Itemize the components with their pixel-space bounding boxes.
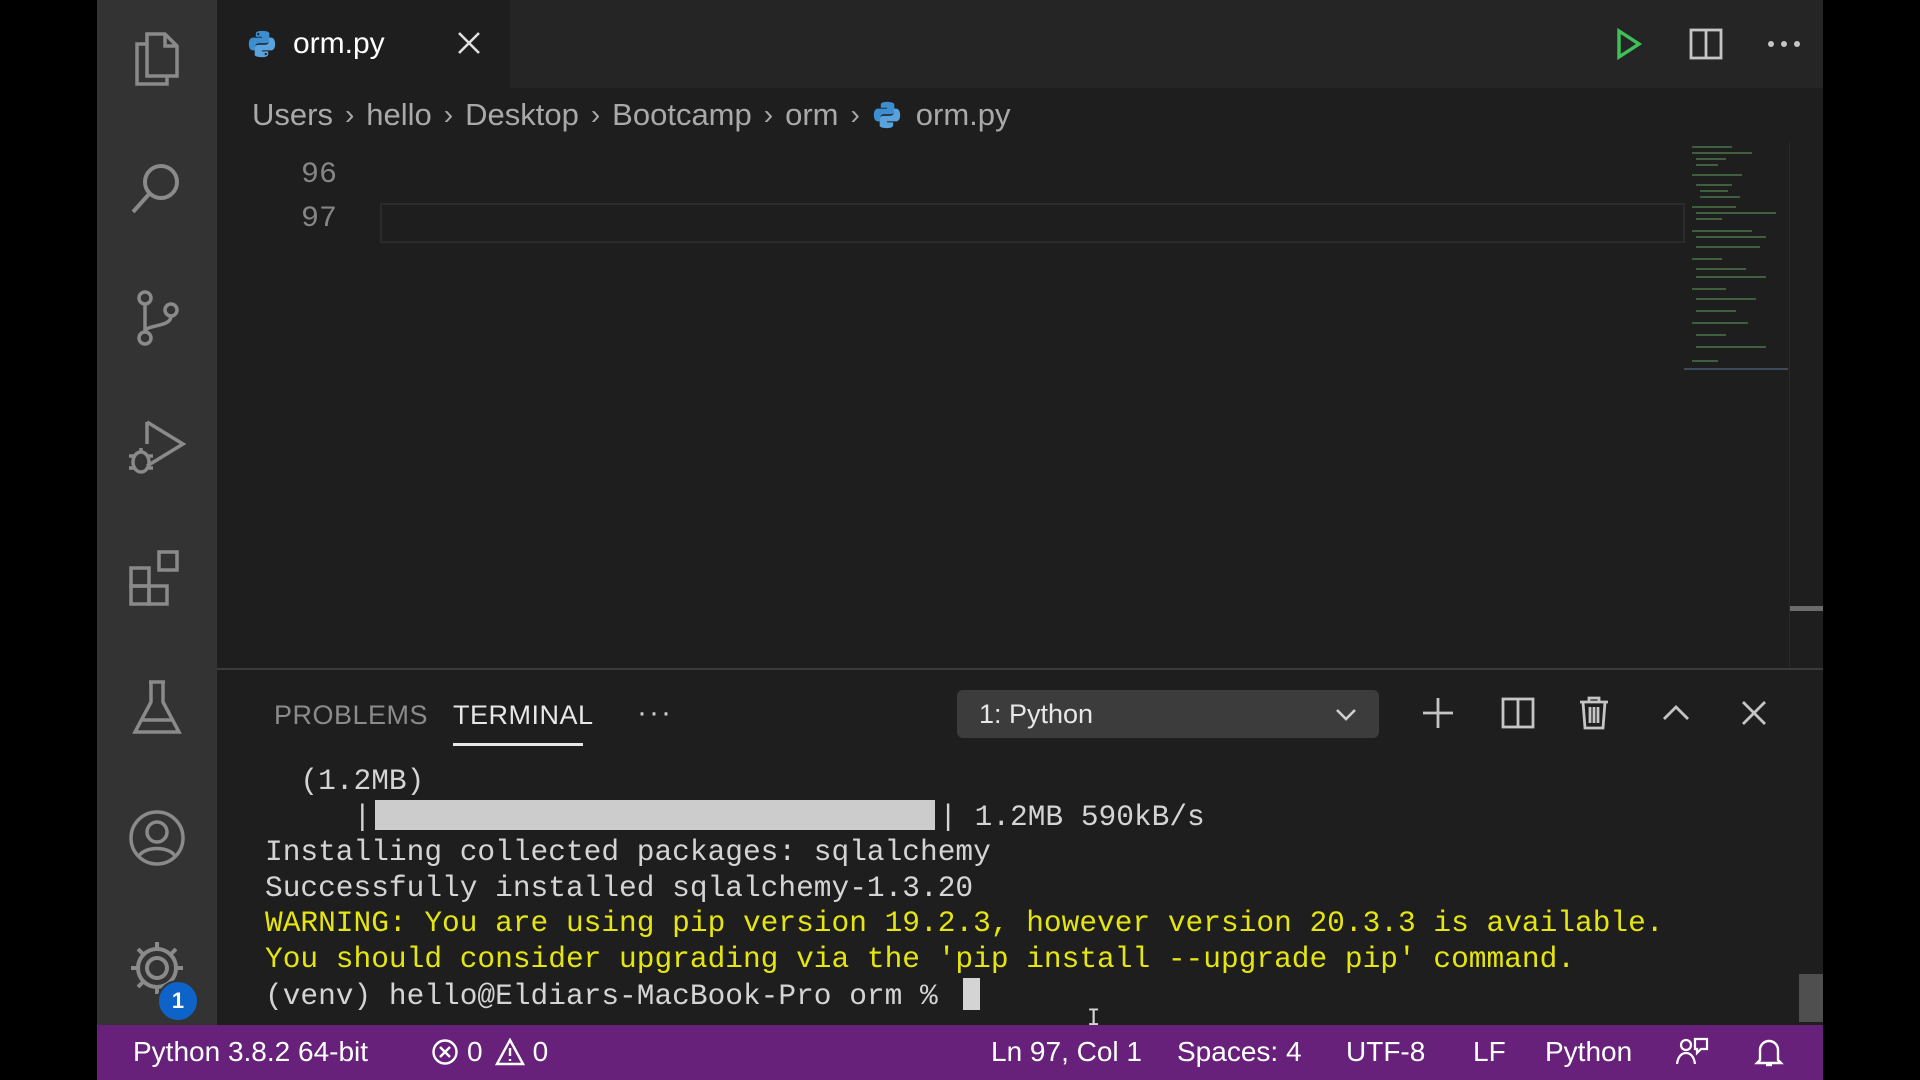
terminal-line: Successfully installed sqlalchemy-1.3.20	[265, 870, 974, 905]
terminal-select[interactable]: 1: Python	[957, 690, 1379, 738]
terminal-prompt-line: (venv) hello@Eldiars-MacBook-Pro orm %	[265, 977, 1664, 1015]
source-control-button[interactable]	[97, 268, 217, 368]
breadcrumb-item[interactable]: Bootcamp	[612, 97, 752, 133]
editor-scrollbar[interactable]	[1789, 142, 1823, 668]
tab-problems[interactable]: PROBLEMS	[274, 700, 428, 731]
status-bar: Python 3.8.2 64-bit 0 0 Ln 97, Col 1 Spa…	[97, 1025, 1823, 1080]
terminal-output[interactable]: (1.2MB) | | 1.2MB 590kB/s Installing colle…	[265, 764, 1664, 1014]
ellipsis-icon	[1768, 41, 1800, 47]
terminal-select-value: 1: Python	[979, 698, 1094, 729]
editor-actions	[1589, 0, 1823, 88]
extensions-icon	[129, 550, 179, 606]
chevron-up-icon	[1663, 705, 1689, 720]
terminal-line: | | 1.2MB 590kB/s	[265, 799, 1205, 834]
error-count: 0	[467, 1036, 483, 1067]
active-tab-indicator	[453, 743, 583, 746]
flask-icon	[132, 680, 182, 734]
feedback-icon	[1675, 1037, 1709, 1065]
tab-orm-py[interactable]: orm.py	[217, 0, 510, 88]
error-icon	[432, 1039, 458, 1065]
trash-icon	[1580, 696, 1608, 730]
feedback-button[interactable]	[1675, 1036, 1709, 1068]
maximize-panel-button[interactable]	[1651, 688, 1701, 738]
split-terminal-icon	[1501, 697, 1535, 729]
run-debug-icon	[129, 420, 187, 474]
end-of-line[interactable]: LF	[1473, 1036, 1506, 1068]
accounts-button[interactable]	[97, 788, 217, 888]
current-line-highlight	[380, 203, 1685, 243]
terminal-cursor	[963, 977, 981, 1010]
search-icon	[131, 164, 179, 214]
testing-button[interactable]	[97, 658, 217, 758]
chevron-right-icon: ›	[590, 99, 601, 130]
tab-label: orm.py	[293, 27, 385, 60]
terminal-warning-line: You should consider upgrading via the 'p…	[265, 941, 1576, 976]
more-actions-button[interactable]	[1745, 0, 1823, 88]
warning-icon	[494, 1038, 525, 1066]
terminal-line: Installing collected packages: sqlalchem…	[265, 835, 991, 870]
bottom-panel: PROBLEMS TERMINAL ··· 1: Python (1.2MB) …	[217, 668, 1823, 1031]
panel-more-button[interactable]: ···	[637, 696, 673, 730]
indentation[interactable]: Spaces: 4	[1177, 1036, 1302, 1068]
breadcrumb-item[interactable]: Desktop	[465, 97, 579, 133]
code-editor[interactable]: 96 97	[217, 142, 1823, 668]
notification-badge: 1	[157, 980, 199, 1022]
warning-count: 0	[532, 1036, 549, 1067]
python-file-icon	[873, 101, 900, 129]
close-icon	[1742, 701, 1766, 725]
split-editor-button[interactable]	[1667, 0, 1745, 88]
new-terminal-button[interactable]	[1413, 688, 1463, 738]
close-icon[interactable]	[452, 26, 486, 60]
manage-button[interactable]: 1	[97, 918, 217, 1022]
terminal-warning-line: WARNING: You are using pip version 19.2.…	[265, 906, 1664, 941]
breadcrumb-item[interactable]: orm.py	[916, 97, 1011, 133]
explorer-button[interactable]	[97, 8, 217, 108]
line-number: 97	[300, 202, 337, 236]
notifications-button[interactable]	[1754, 1036, 1784, 1068]
breadcrumb-item[interactable]: hello	[366, 97, 432, 133]
chevron-down-icon	[1336, 709, 1356, 721]
chevron-right-icon: ›	[344, 99, 355, 130]
split-terminal-button[interactable]	[1493, 688, 1543, 738]
chevron-right-icon: ›	[763, 99, 774, 130]
terminal-line: (1.2MB)	[300, 764, 425, 798]
tab-bar: orm.py	[217, 0, 1823, 88]
files-icon	[135, 32, 179, 86]
download-progress-bar	[375, 799, 936, 830]
line-number: 96	[300, 158, 337, 192]
language-mode[interactable]: Python	[1545, 1036, 1632, 1068]
activity-bar: 1	[97, 0, 217, 1025]
breadcrumb: Users › hello › Desktop › Bootcamp › orm…	[217, 88, 1823, 142]
cursor-position[interactable]: Ln 97, Col 1	[991, 1036, 1142, 1068]
extensions-button[interactable]	[97, 528, 217, 628]
run-python-file-button[interactable]	[1589, 0, 1667, 88]
bell-icon	[1754, 1039, 1784, 1067]
close-panel-button[interactable]	[1729, 688, 1779, 738]
breadcrumb-item[interactable]: Users	[252, 97, 333, 133]
problems-status[interactable]: 0 0	[431, 1036, 548, 1068]
python-interpreter[interactable]: Python 3.8.2 64-bit	[133, 1036, 368, 1068]
run-debug-button[interactable]	[97, 398, 217, 498]
vscode-window: 1 orm.py Users › hello › Desktop › Bootc…	[97, 0, 1823, 1080]
split-editor-icon	[1689, 28, 1723, 60]
plus-icon	[1423, 698, 1453, 728]
python-file-icon	[248, 30, 276, 58]
terminal-scrollbar[interactable]	[1799, 974, 1823, 1022]
play-icon	[1617, 27, 1643, 61]
breadcrumb-item[interactable]: orm	[785, 97, 838, 133]
source-control-icon	[137, 290, 179, 346]
search-button[interactable]	[97, 138, 217, 238]
encoding[interactable]: UTF-8	[1346, 1036, 1425, 1068]
account-icon	[129, 810, 185, 866]
chevron-right-icon: ›	[443, 99, 454, 130]
terminal-prompt: (venv) hello@Eldiars-MacBook-Pro orm %	[265, 978, 956, 1013]
tab-terminal[interactable]: TERMINAL	[453, 700, 594, 731]
chevron-right-icon: ›	[850, 99, 860, 130]
kill-terminal-button[interactable]	[1569, 688, 1619, 738]
minimap[interactable]	[1684, 142, 1790, 372]
scroll-position-marker	[1790, 606, 1823, 611]
